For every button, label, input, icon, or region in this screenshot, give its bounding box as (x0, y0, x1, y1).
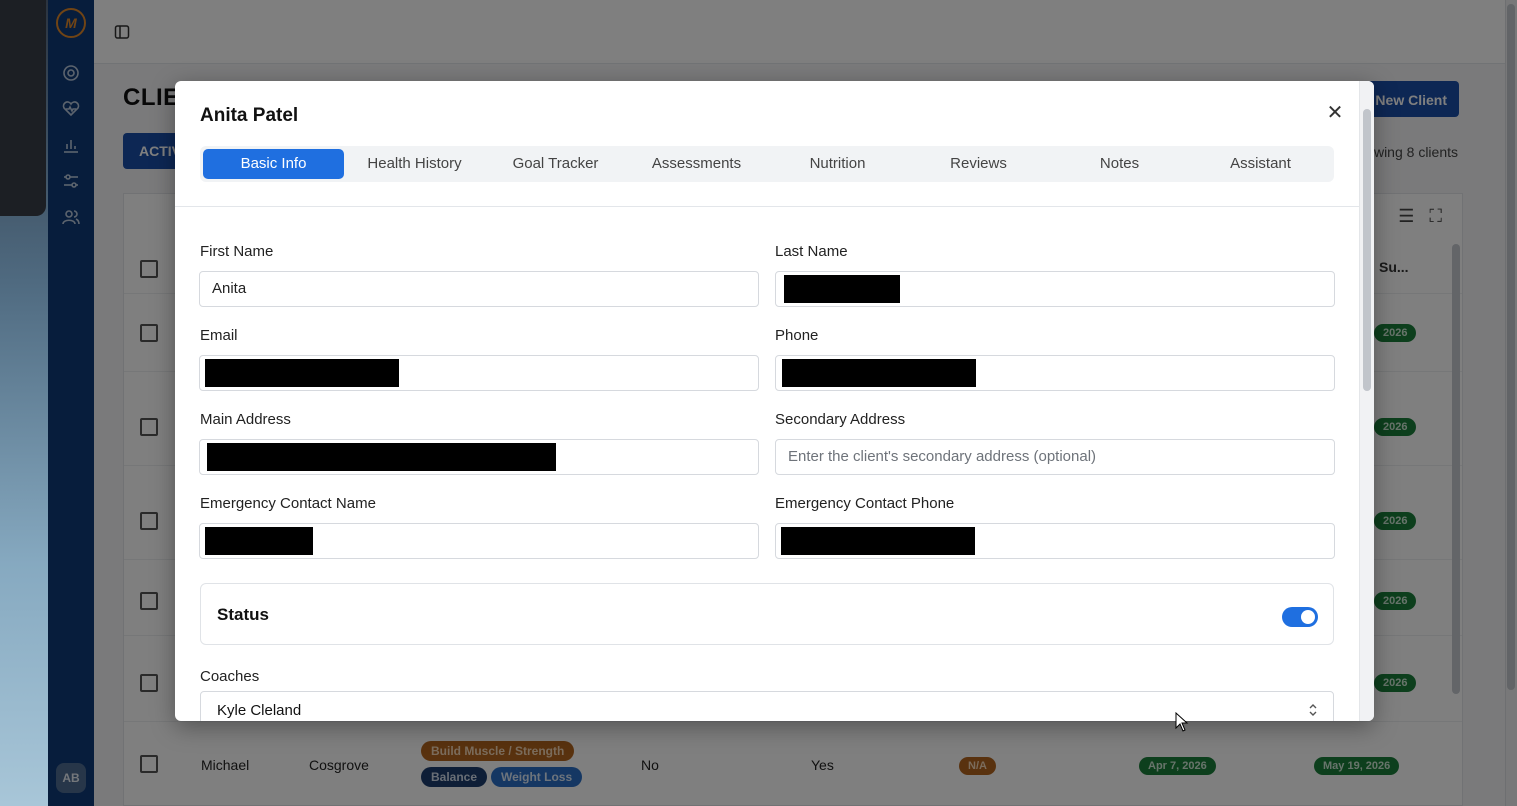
status-toggle[interactable] (1282, 607, 1318, 627)
modal-title: Anita Patel (200, 105, 299, 126)
redacted-value (784, 275, 900, 303)
redacted-value (781, 527, 975, 555)
last-name-label: Last Name (775, 243, 848, 260)
status-label: Status (217, 605, 269, 624)
tab-assistant[interactable]: Assistant (1190, 149, 1331, 179)
secondary-address-label: Secondary Address (775, 411, 906, 428)
coaches-select[interactable]: Kyle Cleland (200, 691, 1334, 721)
client-modal: Anita Patel ✕ Basic Info Health History … (175, 81, 1374, 721)
coaches-selected-value: Kyle Cleland (217, 702, 302, 719)
tab-nutrition[interactable]: Nutrition (767, 149, 908, 179)
tab-goal-tracker[interactable]: Goal Tracker (485, 149, 626, 179)
email-field[interactable] (199, 355, 759, 391)
emergency-contact-name-field[interactable] (199, 523, 759, 559)
tab-assessments[interactable]: Assessments (626, 149, 767, 179)
emergency-contact-phone-label: Emergency Contact Phone (775, 495, 955, 512)
last-name-field[interactable] (775, 271, 1335, 307)
modal-scrollbar-thumb[interactable] (1363, 109, 1371, 391)
modal-tabs: Basic Info Health History Goal Tracker A… (200, 146, 1334, 182)
redacted-value (782, 359, 976, 387)
phone-field[interactable] (775, 355, 1335, 391)
toggle-knob (1301, 610, 1315, 624)
first-name-field[interactable]: Anita (199, 271, 759, 307)
emergency-contact-name-label: Emergency Contact Name (200, 495, 376, 512)
email-label: Email (200, 327, 238, 344)
tab-reviews[interactable]: Reviews (908, 149, 1049, 179)
main-address-field[interactable] (199, 439, 759, 475)
first-name-label: First Name (200, 243, 274, 260)
background-window (0, 0, 46, 216)
emergency-contact-phone-field[interactable] (775, 523, 1335, 559)
tab-notes[interactable]: Notes (1049, 149, 1190, 179)
chevron-up-down-icon (1309, 704, 1317, 716)
mouse-cursor-icon (1175, 712, 1189, 732)
modal-scrollbar[interactable] (1359, 81, 1374, 721)
tab-basic-info[interactable]: Basic Info (203, 149, 344, 179)
redacted-value (207, 443, 556, 471)
redacted-value (205, 527, 313, 555)
close-icon[interactable]: ✕ (1325, 103, 1345, 123)
secondary-address-field[interactable]: Enter the client's secondary address (op… (775, 439, 1335, 475)
status-card: Status (200, 583, 1334, 645)
tab-health-history[interactable]: Health History (344, 149, 485, 179)
redacted-value (205, 359, 399, 387)
phone-label: Phone (775, 327, 819, 344)
divider (175, 206, 1359, 207)
main-address-label: Main Address (200, 411, 291, 428)
coaches-label: Coaches (200, 668, 260, 685)
